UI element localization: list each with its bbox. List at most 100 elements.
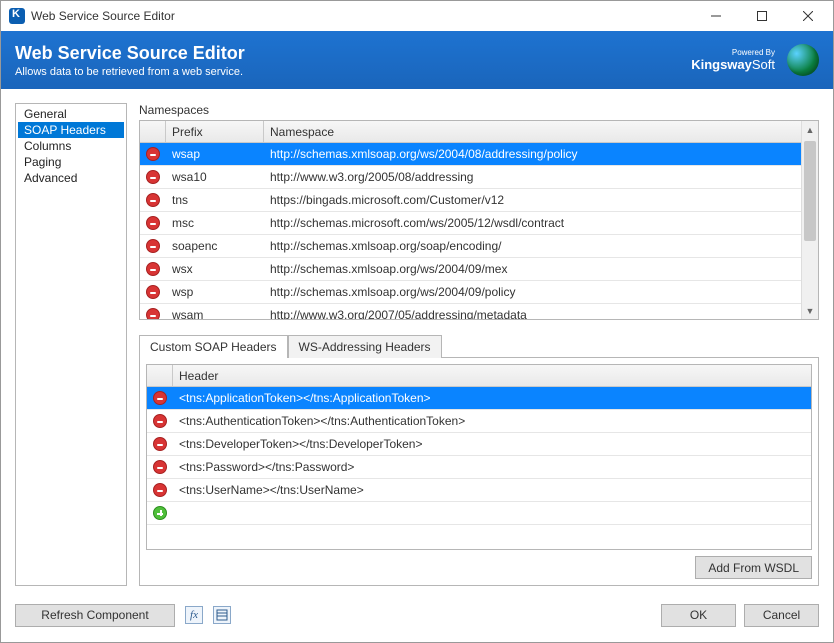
cell-namespace[interactable]: https://bingads.microsoft.com/Customer/v… — [264, 193, 801, 207]
col-prefix[interactable]: Prefix — [166, 121, 264, 142]
minus-icon — [153, 460, 167, 474]
table-row[interactable]: tnshttps://bingads.microsoft.com/Custome… — [140, 189, 801, 212]
add-row[interactable] — [147, 502, 811, 525]
footer: Refresh Component fx OK Cancel — [1, 598, 833, 642]
brand-logo: Powered By KingswaySoft — [691, 48, 775, 72]
cell-prefix[interactable]: wsam — [166, 308, 264, 319]
delete-row-button[interactable] — [140, 147, 166, 161]
col-namespace[interactable]: Namespace — [264, 121, 801, 142]
ok-button[interactable]: OK — [661, 604, 736, 627]
minus-icon — [153, 483, 167, 497]
delete-row-button[interactable] — [140, 308, 166, 319]
tab-pane: Header <tns:ApplicationToken></tns:Appli… — [139, 357, 819, 586]
formula-icon: fx — [190, 609, 198, 621]
minus-icon — [146, 285, 160, 299]
cell-namespace[interactable]: http://schemas.xmlsoap.org/ws/2004/09/po… — [264, 285, 801, 299]
sidebar-item-soap-headers[interactable]: SOAP Headers — [18, 122, 124, 138]
minimize-icon — [711, 11, 721, 21]
scrollbar-thumb[interactable] — [804, 141, 816, 241]
cell-prefix[interactable]: wsx — [166, 262, 264, 276]
cell-header[interactable]: <tns:Password></tns:Password> — [173, 460, 811, 474]
table-row[interactable]: wsphttp://schemas.xmlsoap.org/ws/2004/09… — [140, 281, 801, 304]
delete-row-button[interactable] — [147, 437, 173, 451]
namespaces-grid-inner: Prefix Namespace wsaphttp://schemas.xmls… — [140, 121, 801, 319]
delete-row-button[interactable] — [147, 391, 173, 405]
sidebar-item-advanced[interactable]: Advanced — [18, 170, 124, 186]
scrollbar[interactable]: ▲ ▼ — [801, 121, 818, 319]
add-from-wsdl-button[interactable]: Add From WSDL — [695, 556, 812, 579]
sidebar-item-general[interactable]: General — [18, 106, 124, 122]
body: General SOAP Headers Columns Paging Adva… — [1, 89, 833, 586]
refresh-component-button[interactable]: Refresh Component — [15, 604, 175, 627]
table-row[interactable]: <tns:ApplicationToken></tns:ApplicationT… — [147, 387, 811, 410]
header-title: Web Service Source Editor — [15, 43, 245, 64]
table-row[interactable]: wsaphttp://schemas.xmlsoap.org/ws/2004/0… — [140, 143, 801, 166]
powered-by-label: Powered By — [691, 48, 775, 57]
table-row[interactable]: <tns:Password></tns:Password> — [147, 456, 811, 479]
minus-icon — [146, 170, 160, 184]
headers-grid-header: Header — [147, 365, 811, 387]
cell-prefix[interactable]: wsa10 — [166, 170, 264, 184]
cell-namespace[interactable]: http://schemas.xmlsoap.org/ws/2004/09/me… — [264, 262, 801, 276]
formula-button[interactable]: fx — [185, 606, 203, 624]
tabs-container: Custom SOAP Headers WS-Addressing Header… — [139, 334, 819, 586]
plus-icon — [153, 506, 167, 520]
brand-post: Soft — [752, 57, 775, 72]
cell-namespace[interactable]: http://www.w3.org/2005/08/addressing — [264, 170, 801, 184]
header-text: Web Service Source Editor Allows data to… — [15, 43, 245, 78]
cell-namespace[interactable]: http://www.w3.org/2007/05/addressing/met… — [264, 308, 801, 319]
tab-custom-soap-headers[interactable]: Custom SOAP Headers — [139, 335, 288, 358]
delete-row-button[interactable] — [147, 483, 173, 497]
cell-prefix[interactable]: wsap — [166, 147, 264, 161]
cell-prefix[interactable]: wsp — [166, 285, 264, 299]
delete-row-button[interactable] — [147, 414, 173, 428]
delete-row-button[interactable] — [140, 285, 166, 299]
cell-prefix[interactable]: msc — [166, 216, 264, 230]
delete-row-button[interactable] — [140, 239, 166, 253]
col-header[interactable]: Header — [173, 365, 811, 386]
cell-header[interactable]: <tns:DeveloperToken></tns:DeveloperToken… — [173, 437, 811, 451]
header-brand: Powered By KingswaySoft — [691, 44, 819, 76]
cell-header[interactable]: <tns:AuthenticationToken></tns:Authentic… — [173, 414, 811, 428]
sidebar-item-paging[interactable]: Paging — [18, 154, 124, 170]
table-row[interactable]: <tns:DeveloperToken></tns:DeveloperToken… — [147, 433, 811, 456]
add-row-button[interactable] — [147, 506, 173, 520]
table-row[interactable]: wsamhttp://www.w3.org/2007/05/addressing… — [140, 304, 801, 319]
footer-left: Refresh Component fx — [15, 604, 231, 627]
properties-button[interactable] — [213, 606, 231, 624]
cell-namespace[interactable]: http://schemas.xmlsoap.org/soap/encoding… — [264, 239, 801, 253]
delete-row-button[interactable] — [140, 193, 166, 207]
cell-prefix[interactable]: soapenc — [166, 239, 264, 253]
delete-row-button[interactable] — [140, 216, 166, 230]
table-row[interactable]: <tns:AuthenticationToken></tns:Authentic… — [147, 410, 811, 433]
table-row[interactable]: soapenchttp://schemas.xmlsoap.org/soap/e… — [140, 235, 801, 258]
delete-row-button[interactable] — [140, 262, 166, 276]
main: Namespaces Prefix Namespace wsaphttp://s… — [139, 103, 819, 586]
cell-namespace[interactable]: http://schemas.microsoft.com/ws/2005/12/… — [264, 216, 801, 230]
table-row[interactable]: mschttp://schemas.microsoft.com/ws/2005/… — [140, 212, 801, 235]
table-row[interactable]: <tns:UserName></tns:UserName> — [147, 479, 811, 502]
delete-row-button[interactable] — [147, 460, 173, 474]
cell-namespace[interactable]: http://schemas.xmlsoap.org/ws/2004/08/ad… — [264, 147, 801, 161]
minimize-button[interactable] — [693, 1, 739, 31]
cell-prefix[interactable]: tns — [166, 193, 264, 207]
headers-grid-body: <tns:ApplicationToken></tns:ApplicationT… — [147, 387, 811, 525]
scroll-down-icon[interactable]: ▼ — [802, 302, 818, 319]
sidebar-item-columns[interactable]: Columns — [18, 138, 124, 154]
col-icon — [140, 121, 166, 142]
minus-icon — [153, 414, 167, 428]
scroll-up-icon[interactable]: ▲ — [802, 121, 818, 138]
cancel-button[interactable]: Cancel — [744, 604, 819, 627]
maximize-button[interactable] — [739, 1, 785, 31]
cell-header[interactable]: <tns:ApplicationToken></tns:ApplicationT… — [173, 391, 811, 405]
minus-icon — [146, 262, 160, 276]
table-row[interactable]: wsa10http://www.w3.org/2005/08/addressin… — [140, 166, 801, 189]
cell-header[interactable]: <tns:UserName></tns:UserName> — [173, 483, 811, 497]
close-button[interactable] — [785, 1, 831, 31]
table-row[interactable]: wsxhttp://schemas.xmlsoap.org/ws/2004/09… — [140, 258, 801, 281]
delete-row-button[interactable] — [140, 170, 166, 184]
minus-icon — [146, 216, 160, 230]
minus-icon — [146, 308, 160, 319]
tab-ws-addressing-headers[interactable]: WS-Addressing Headers — [288, 335, 442, 358]
minus-icon — [146, 239, 160, 253]
